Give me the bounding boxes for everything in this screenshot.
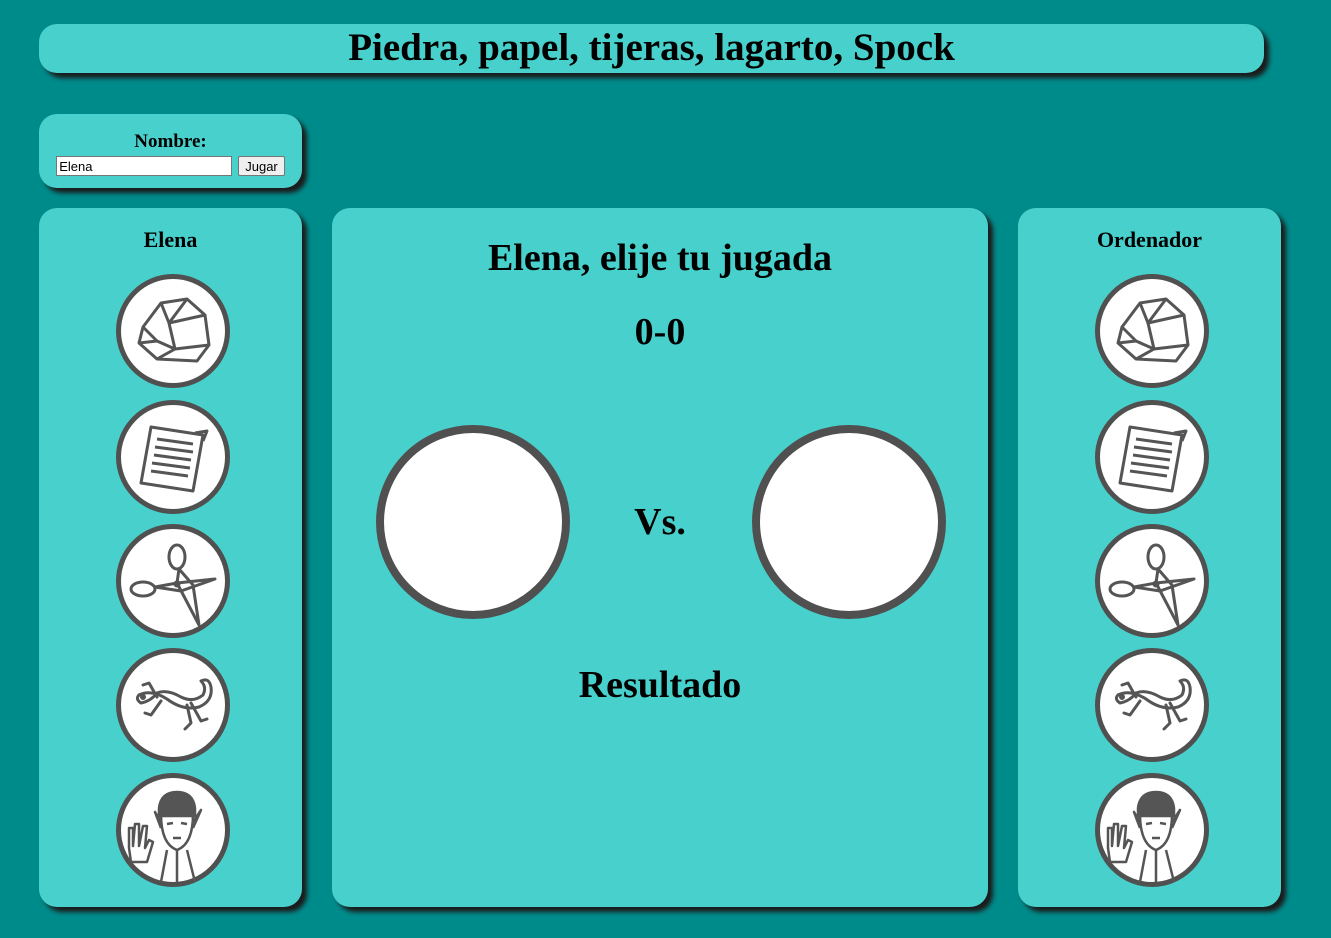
name-form-row: Jugar xyxy=(39,156,302,176)
name-form: Nombre: Jugar xyxy=(39,114,302,188)
page-title: Piedra, papel, tijeras, lagarto, Spock xyxy=(348,26,955,69)
game-board: Elena, elije tu jugada 0-0 Vs. Resultado xyxy=(332,208,988,907)
computer-paper-option xyxy=(1095,400,1209,514)
player-rock-button[interactable] xyxy=(116,274,230,388)
player-scissors-button[interactable] xyxy=(116,524,230,638)
scissors-icon xyxy=(1108,543,1196,627)
rock-icon xyxy=(137,297,211,363)
rock-icon xyxy=(1116,297,1190,363)
computer-lizard-option xyxy=(1095,648,1209,762)
computer-name: Ordenador xyxy=(1096,227,1203,252)
lizard-icon xyxy=(1114,678,1192,731)
title-banner: Piedra, papel, tijeras, lagarto, Spock xyxy=(39,24,1264,73)
name-input[interactable] xyxy=(56,156,233,176)
player-lizard-button[interactable] xyxy=(116,648,230,762)
paper-icon xyxy=(139,425,209,493)
scissors-icon xyxy=(129,543,217,627)
player-name: Elena xyxy=(143,227,198,252)
result-label: Resultado xyxy=(578,664,742,706)
computer-choice-slot xyxy=(752,425,946,619)
turn-prompt: Elena, elije tu jugada xyxy=(487,237,833,279)
computer-scissors-option xyxy=(1095,524,1209,638)
player-panel: Elena xyxy=(39,208,302,907)
play-button[interactable]: Jugar xyxy=(238,156,285,176)
player-spock-button[interactable] xyxy=(116,773,230,887)
player-paper-button[interactable] xyxy=(116,400,230,514)
computer-spock-option xyxy=(1095,773,1209,887)
spock-icon xyxy=(127,790,203,882)
score-display: 0-0 xyxy=(634,311,686,353)
name-label: Nombre: xyxy=(134,131,207,152)
lizard-icon xyxy=(135,678,213,731)
paper-icon xyxy=(1118,425,1188,493)
spock-icon xyxy=(1106,790,1182,882)
computer-panel: Ordenador xyxy=(1018,208,1281,907)
computer-rock-option xyxy=(1095,274,1209,388)
